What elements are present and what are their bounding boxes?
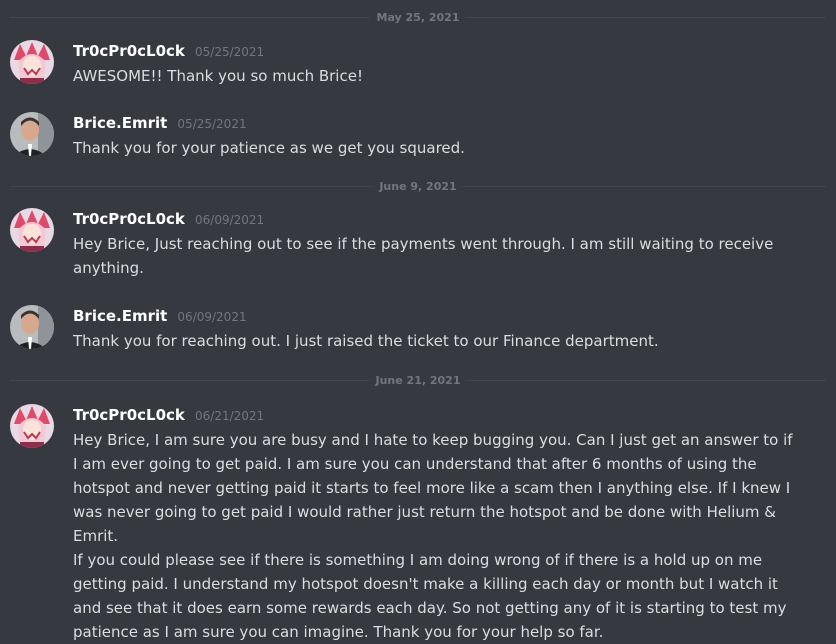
anime-character-avatar-icon[interactable] <box>10 208 54 252</box>
date-divider: May 25, 2021 <box>10 10 826 25</box>
message-text: AWESOME!! Thank you so much Brice! <box>73 67 363 85</box>
author-name[interactable]: Tr0cPr0cL0ck <box>73 210 185 228</box>
message-timestamp: 06/21/2021 <box>195 409 265 423</box>
author-name[interactable]: Tr0cPr0cL0ck <box>73 406 185 424</box>
date-divider-label: May 25, 2021 <box>370 10 466 25</box>
message-text: Thank you for reaching out. I just raise… <box>73 332 659 350</box>
anime-character-avatar-icon[interactable] <box>10 404 54 448</box>
message-content: Thank you for your patience as we get yo… <box>73 136 793 160</box>
anime-character-avatar-icon[interactable] <box>10 40 54 84</box>
message-timestamp: 06/09/2021 <box>195 213 265 227</box>
person-photo-avatar-icon[interactable] <box>10 305 54 349</box>
message-text: If you could please see if there is some… <box>73 551 787 641</box>
date-divider: June 9, 2021 <box>10 179 826 194</box>
date-divider-label: June 21, 2021 <box>369 373 467 388</box>
message-content: AWESOME!! Thank you so much Brice! <box>73 64 793 88</box>
person-photo-avatar-icon[interactable] <box>10 112 54 156</box>
message-timestamp: 05/25/2021 <box>177 117 247 131</box>
message-text: Hey Brice, I am sure you are busy and I … <box>73 431 793 545</box>
message-timestamp: 06/09/2021 <box>177 310 247 324</box>
author-name[interactable]: Brice.Emrit <box>73 114 167 132</box>
message-content: Thank you for reaching out. I just raise… <box>73 329 793 353</box>
date-divider-label: June 9, 2021 <box>373 179 463 194</box>
author-name[interactable]: Brice.Emrit <box>73 307 167 325</box>
message-text: Hey Brice, Just reaching out to see if t… <box>73 235 774 277</box>
message-timestamp: 05/25/2021 <box>195 45 265 59</box>
author-name[interactable]: Tr0cPr0cL0ck <box>73 42 185 60</box>
message-content: Hey Brice, Just reaching out to see if t… <box>73 232 793 280</box>
message-content: Hey Brice, I am sure you are busy and I … <box>73 428 793 644</box>
date-divider: June 21, 2021 <box>10 373 826 388</box>
message-text: Thank you for your patience as we get yo… <box>73 139 465 157</box>
